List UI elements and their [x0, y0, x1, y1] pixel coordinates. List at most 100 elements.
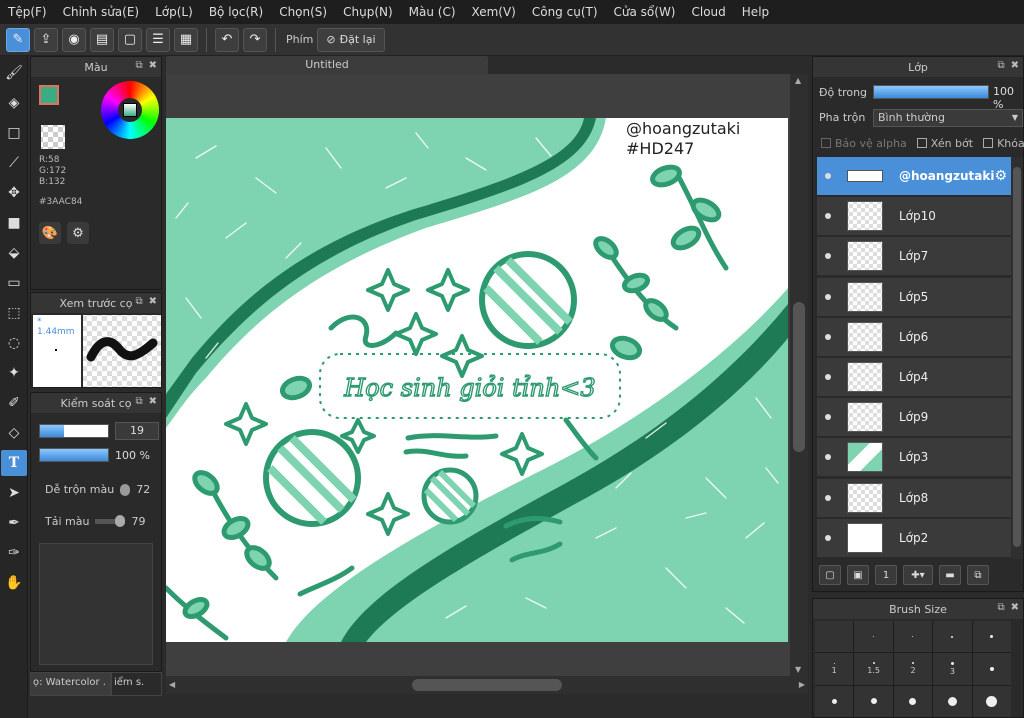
visibility-eye-icon[interactable] — [825, 173, 831, 179]
visibility-eye-icon[interactable] — [825, 333, 831, 340]
menu-window[interactable]: Cửa sổ(W) — [606, 0, 684, 24]
comment-icon[interactable]: ◉ — [62, 27, 86, 52]
close-icon[interactable]: ✖ — [149, 60, 157, 71]
menu-view[interactable]: Xem(V) — [464, 0, 524, 24]
tab-brush-watercolor[interactable]: ọ: Watercolor . — [30, 672, 111, 696]
text-tool-icon[interactable]: T — [1, 450, 27, 476]
popout-icon[interactable]: ⧉ — [135, 296, 142, 307]
brush-size-cell[interactable] — [815, 685, 854, 717]
layer-row[interactable]: Lớp2 — [817, 518, 1011, 558]
brush-size-cell[interactable]: 1.5 — [854, 653, 893, 685]
new-halftone-layer-icon[interactable]: ▣ — [847, 565, 869, 585]
brush-opacity-slider[interactable] — [39, 448, 109, 462]
brush-size-cell[interactable] — [893, 621, 933, 653]
brush-size-cell[interactable] — [854, 685, 893, 717]
brush-size-cell[interactable] — [933, 621, 972, 653]
new-folder-icon[interactable]: ▬ — [939, 565, 961, 585]
brush-size-cell[interactable]: 2 — [893, 653, 933, 685]
visibility-eye-icon[interactable] — [825, 213, 831, 220]
layer-row[interactable]: Lớp3 — [817, 438, 1011, 478]
layer-row[interactable]: Lớp4 — [817, 358, 1011, 397]
popout-icon[interactable]: ⧉ — [997, 602, 1004, 613]
visibility-eye-icon[interactable] — [825, 534, 831, 541]
line-tool-icon[interactable]: ⟋ — [1, 150, 27, 176]
list-icon[interactable]: ☰ — [146, 27, 170, 52]
popout-icon[interactable]: ⧉ — [997, 60, 1004, 71]
lock-checkbox[interactable]: Khóa — [983, 137, 1024, 150]
menu-file[interactable]: Tệp(F) — [0, 0, 55, 24]
brush-tool-icon[interactable]: 🖌 — [1, 60, 27, 86]
close-icon[interactable]: ✖ — [1011, 60, 1019, 71]
select-eraser-tool-icon[interactable]: ◇ — [1, 420, 27, 446]
brush-size-cell[interactable] — [972, 653, 1011, 685]
menu-layer[interactable]: Lớp(L) — [147, 0, 201, 24]
lasso-tool-icon[interactable]: ◌ — [1, 330, 27, 356]
reset-button[interactable]: ⊘ Đặt lại — [317, 27, 385, 52]
menu-capture[interactable]: Chụp(N) — [335, 0, 401, 24]
bucket-tool-icon[interactable]: ⬙ — [1, 240, 27, 266]
palette-icon[interactable]: 🎨 — [39, 222, 61, 244]
layer-row[interactable]: @hoangzutaki ⚙ — [817, 157, 1011, 196]
close-icon[interactable]: ✖ — [149, 296, 157, 307]
undo-icon[interactable]: ↶ — [215, 27, 239, 52]
visibility-eye-icon[interactable] — [825, 414, 831, 421]
fill-rect-tool-icon[interactable]: ■ — [1, 210, 27, 236]
visibility-eye-icon[interactable] — [825, 293, 831, 300]
tab-brush-control[interactable]: iểm s. — [111, 672, 162, 696]
transparent-swatch[interactable] — [41, 125, 65, 149]
brush-size-cell[interactable] — [815, 621, 854, 653]
magic-wand-tool-icon[interactable]: ✦ — [1, 360, 27, 386]
document-tab[interactable]: Untitled — [166, 56, 488, 74]
brush-size-cell[interactable] — [972, 621, 1011, 653]
close-icon[interactable]: ✖ — [1011, 602, 1019, 613]
saturation-square[interactable] — [123, 103, 137, 117]
eraser-tool-icon[interactable]: ◈ — [1, 90, 27, 116]
brush-size-cell[interactable] — [854, 621, 893, 653]
brush-size-cell[interactable]: 3 — [933, 653, 972, 685]
menu-select[interactable]: Chọn(S) — [271, 0, 335, 24]
select-rect-tool-icon[interactable]: ⬚ — [1, 300, 27, 326]
popout-icon[interactable]: ⧉ — [135, 60, 142, 71]
layer-row[interactable]: Lớp9 — [817, 398, 1011, 438]
palette-settings-icon[interactable]: ⚙ — [67, 222, 89, 244]
menu-color[interactable]: Màu (C) — [401, 0, 464, 24]
layer-row[interactable]: Lớp7 — [817, 237, 1011, 277]
vertical-scroll-thumb[interactable] — [793, 302, 805, 452]
color-load-slider[interactable] — [95, 515, 126, 527]
select-pen-tool-icon[interactable]: ✐ — [1, 390, 27, 416]
horizontal-scroll-thumb[interactable] — [412, 679, 562, 691]
checklist-icon[interactable]: ▦ — [174, 27, 198, 52]
visibility-eye-icon[interactable] — [825, 374, 831, 380]
brush-size-input[interactable]: 19 — [115, 422, 159, 440]
brush-mode-icon[interactable]: ✎ — [6, 27, 30, 52]
menu-cloud[interactable]: Cloud — [684, 0, 734, 24]
layer-opacity-slider[interactable] — [873, 85, 989, 99]
brush-size-cell[interactable] — [933, 685, 972, 717]
brush-size-slider[interactable] — [39, 424, 109, 438]
divide-tool-icon[interactable]: ✒ — [1, 510, 27, 536]
operation-tool-icon[interactable]: ➤ — [1, 480, 27, 506]
menu-edit[interactable]: Chỉnh sửa(E) — [55, 0, 148, 24]
canvas-area[interactable]: Học sinh giỏi tỉnh<3 @hoangzutaki #HD247 — [166, 74, 808, 676]
primary-color-swatch[interactable] — [39, 85, 59, 105]
rectangle-tool-icon[interactable]: □ — [1, 120, 27, 146]
protect-alpha-checkbox[interactable]: Bảo vệ alpha — [821, 137, 907, 150]
layer-row[interactable]: Lớp8 — [817, 478, 1011, 518]
layer-row[interactable]: Lớp5 — [817, 277, 1011, 317]
popout-icon[interactable]: ⧉ — [135, 396, 142, 407]
layer-settings-gear-icon[interactable]: ⚙ — [994, 168, 1007, 184]
eyedropper-tool-icon[interactable]: ✑ — [1, 540, 27, 566]
redo-icon[interactable]: ↷ — [243, 27, 267, 52]
add-layer-menu-icon[interactable]: ✚▾ — [903, 565, 933, 585]
layer-row[interactable]: Lớp6 — [817, 317, 1011, 357]
duplicate-layer-icon[interactable]: ⧉ — [967, 565, 989, 585]
new-1bit-layer-icon[interactable]: 1 — [875, 565, 897, 585]
artwork-canvas[interactable]: Học sinh giỏi tỉnh<3 @hoangzutaki #HD247 — [166, 118, 788, 642]
hand-tool-icon[interactable]: ✋ — [1, 570, 27, 596]
visibility-eye-icon[interactable] — [825, 253, 831, 260]
move-tool-icon[interactable]: ✥ — [1, 180, 27, 206]
close-icon[interactable]: ✖ — [149, 396, 157, 407]
brush-size-cell[interactable] — [972, 685, 1011, 717]
scroll-down-icon[interactable]: ▼ — [795, 665, 801, 674]
scroll-left-icon[interactable]: ◀ — [169, 680, 175, 689]
